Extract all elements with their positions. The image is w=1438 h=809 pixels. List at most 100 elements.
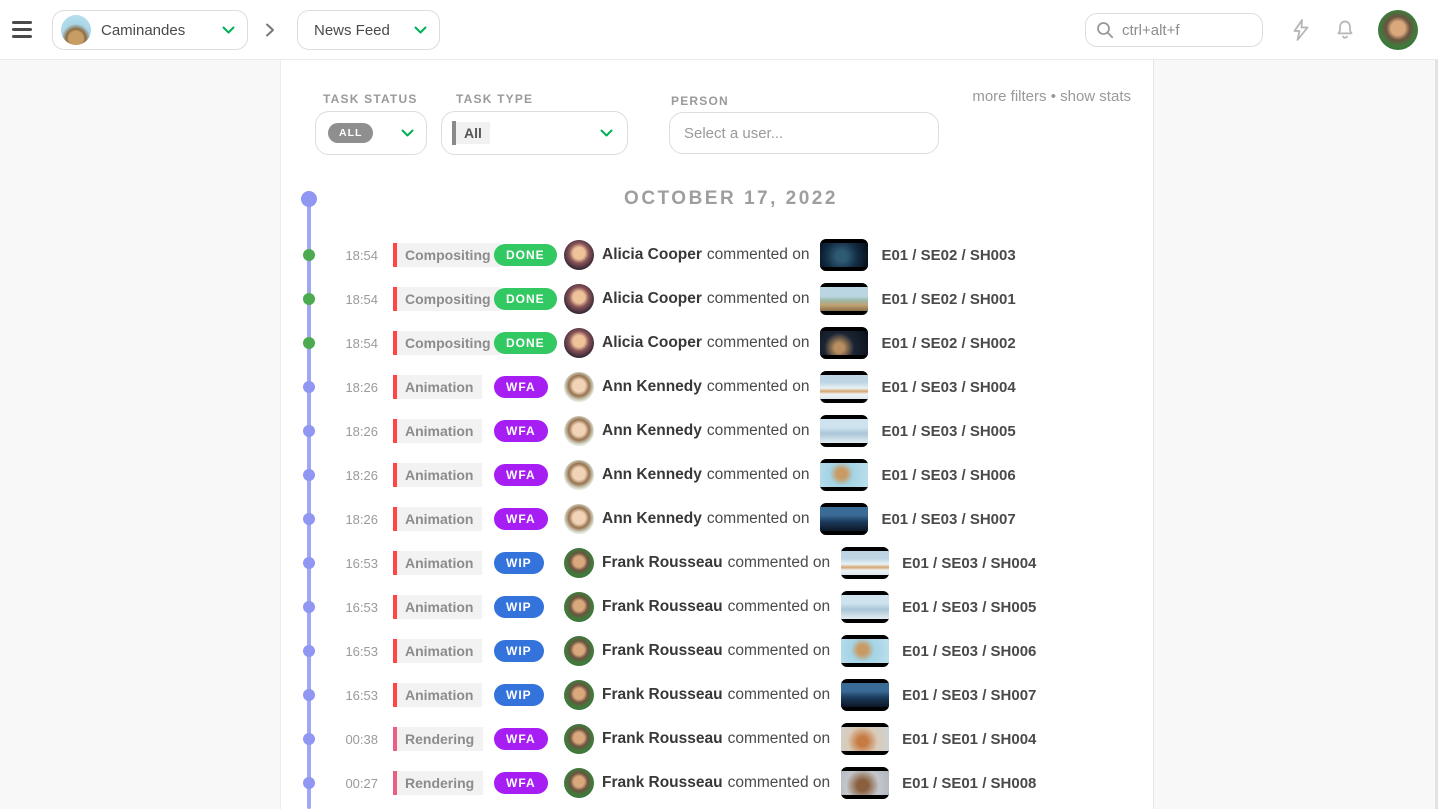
task-type-chip[interactable]: Animation xyxy=(393,683,482,707)
person-name-link[interactable]: Ann Kennedy xyxy=(602,378,702,396)
shot-name-link[interactable]: E01 / SE03 / SH005 xyxy=(881,423,1015,440)
menu-toggle-button[interactable] xyxy=(12,21,32,39)
shot-thumbnail[interactable] xyxy=(841,767,889,799)
person-name-link[interactable]: Alicia Cooper xyxy=(602,334,702,352)
shot-thumbnail[interactable] xyxy=(820,415,868,447)
task-type-chip[interactable]: Compositing xyxy=(393,331,500,355)
feed-entry-row: 16:53 Animation WIP Frank Rousseau comme… xyxy=(281,541,1153,585)
shot-thumbnail[interactable] xyxy=(841,679,889,711)
person-name-link[interactable]: Ann Kennedy xyxy=(602,422,702,440)
shot-thumbnail[interactable] xyxy=(841,723,889,755)
timeline-day-dot xyxy=(301,191,317,207)
person-name-link[interactable]: Alicia Cooper xyxy=(602,246,702,264)
person-name-link[interactable]: Frank Rousseau xyxy=(602,598,723,616)
task-status-badge[interactable]: WIP xyxy=(494,640,544,662)
person-avatar[interactable] xyxy=(564,680,594,710)
task-type-chip[interactable]: Animation xyxy=(393,507,482,531)
shot-name-link[interactable]: E01 / SE02 / SH003 xyxy=(881,247,1015,264)
person-avatar[interactable] xyxy=(564,240,594,270)
task-status-badge[interactable]: WFA xyxy=(494,728,548,750)
task-status-badge[interactable]: WFA xyxy=(494,508,548,530)
global-search[interactable] xyxy=(1085,13,1263,47)
shot-thumbnail[interactable] xyxy=(841,547,889,579)
person-avatar[interactable] xyxy=(564,372,594,402)
task-type-chip[interactable]: Compositing xyxy=(393,243,500,267)
task-type-chip[interactable]: Animation xyxy=(393,551,482,575)
task-type-chip[interactable]: Rendering xyxy=(393,727,483,751)
person-avatar[interactable] xyxy=(564,636,594,666)
task-status-badge[interactable]: WFA xyxy=(494,420,548,442)
task-type-chip[interactable]: Animation xyxy=(393,595,482,619)
person-name-link[interactable]: Frank Rousseau xyxy=(602,730,723,748)
shot-thumbnail[interactable] xyxy=(820,239,868,271)
current-user-avatar[interactable] xyxy=(1378,10,1418,50)
shot-name-link[interactable]: E01 / SE03 / SH006 xyxy=(881,467,1015,484)
task-status-badge[interactable]: WFA xyxy=(494,772,548,794)
person-avatar[interactable] xyxy=(564,548,594,578)
shot-name-link[interactable]: E01 / SE03 / SH004 xyxy=(881,379,1015,396)
task-type-chip[interactable]: Animation xyxy=(393,463,482,487)
person-avatar[interactable] xyxy=(564,416,594,446)
task-status-badge[interactable]: DONE xyxy=(494,244,557,266)
shot-thumbnail[interactable] xyxy=(820,371,868,403)
person-name-link[interactable]: Frank Rousseau xyxy=(602,554,723,572)
shot-name-link[interactable]: E01 / SE03 / SH005 xyxy=(902,599,1036,616)
shot-thumbnail[interactable] xyxy=(820,503,868,535)
person-filter-label: PERSON xyxy=(671,94,729,108)
person-avatar[interactable] xyxy=(564,768,594,798)
shot-name-link[interactable]: E01 / SE03 / SH007 xyxy=(902,687,1036,704)
shot-name-link[interactable]: E01 / SE03 / SH004 xyxy=(902,555,1036,572)
more-filters-link[interactable]: more filters xyxy=(972,88,1046,105)
production-selector[interactable]: Caminandes xyxy=(52,10,248,50)
shot-thumbnail[interactable] xyxy=(841,635,889,667)
task-status-filter-dropdown[interactable]: ALL xyxy=(315,111,427,155)
person-avatar[interactable] xyxy=(564,328,594,358)
entry-time: 00:27 xyxy=(318,776,378,791)
task-status-badge[interactable]: WIP xyxy=(494,552,544,574)
person-name-link[interactable]: Ann Kennedy xyxy=(602,510,702,528)
person-name-link[interactable]: Frank Rousseau xyxy=(602,774,723,792)
person-avatar[interactable] xyxy=(564,724,594,754)
shot-name-link[interactable]: E01 / SE02 / SH001 xyxy=(881,291,1015,308)
task-type-chip[interactable]: Animation xyxy=(393,375,482,399)
task-status-badge[interactable]: WIP xyxy=(494,596,544,618)
person-avatar[interactable] xyxy=(564,284,594,314)
shot-thumbnail[interactable] xyxy=(820,459,868,491)
task-status-badge[interactable]: WFA xyxy=(494,376,548,398)
section-selector[interactable]: News Feed xyxy=(297,10,440,50)
task-status-badge[interactable]: WFA xyxy=(494,464,548,486)
shot-name-link[interactable]: E01 / SE02 / SH002 xyxy=(881,335,1015,352)
show-stats-link[interactable]: show stats xyxy=(1060,88,1131,105)
person-filter-input[interactable] xyxy=(669,112,939,154)
shot-name-link[interactable]: E01 / SE01 / SH004 xyxy=(902,731,1036,748)
entry-time: 18:26 xyxy=(318,380,378,395)
quick-action-lightning-icon[interactable] xyxy=(1289,18,1315,44)
person-name-link[interactable]: Alicia Cooper xyxy=(602,290,702,308)
entry-action-text: commented on xyxy=(728,598,831,616)
task-status-badge[interactable]: DONE xyxy=(494,288,557,310)
person-avatar[interactable] xyxy=(564,460,594,490)
shot-thumbnail[interactable] xyxy=(820,283,868,315)
task-status-badge[interactable]: DONE xyxy=(494,332,557,354)
task-type-filter-dropdown[interactable]: All xyxy=(441,111,628,155)
date-header: OCTOBER 17, 2022 xyxy=(321,188,1141,210)
shot-thumbnail[interactable] xyxy=(820,327,868,359)
notifications-bell-icon[interactable] xyxy=(1333,18,1359,44)
task-status-badge[interactable]: WIP xyxy=(494,684,544,706)
shot-name-link[interactable]: E01 / SE03 / SH006 xyxy=(902,643,1036,660)
search-input[interactable] xyxy=(1122,22,1242,39)
person-name-link[interactable]: Frank Rousseau xyxy=(602,642,723,660)
shot-thumbnail[interactable] xyxy=(841,591,889,623)
person-name-link[interactable]: Frank Rousseau xyxy=(602,686,723,704)
task-type-chip[interactable]: Animation xyxy=(393,639,482,663)
task-type-chip[interactable]: Animation xyxy=(393,419,482,443)
chevron-down-icon xyxy=(222,26,235,35)
task-type-chip[interactable]: Rendering xyxy=(393,771,483,795)
shot-name-link[interactable]: E01 / SE03 / SH007 xyxy=(881,511,1015,528)
person-avatar[interactable] xyxy=(564,592,594,622)
person-name-link[interactable]: Ann Kennedy xyxy=(602,466,702,484)
shot-name-link[interactable]: E01 / SE01 / SH008 xyxy=(902,775,1036,792)
person-avatar[interactable] xyxy=(564,504,594,534)
chevron-right-icon[interactable] xyxy=(265,23,275,37)
task-type-chip[interactable]: Compositing xyxy=(393,287,500,311)
